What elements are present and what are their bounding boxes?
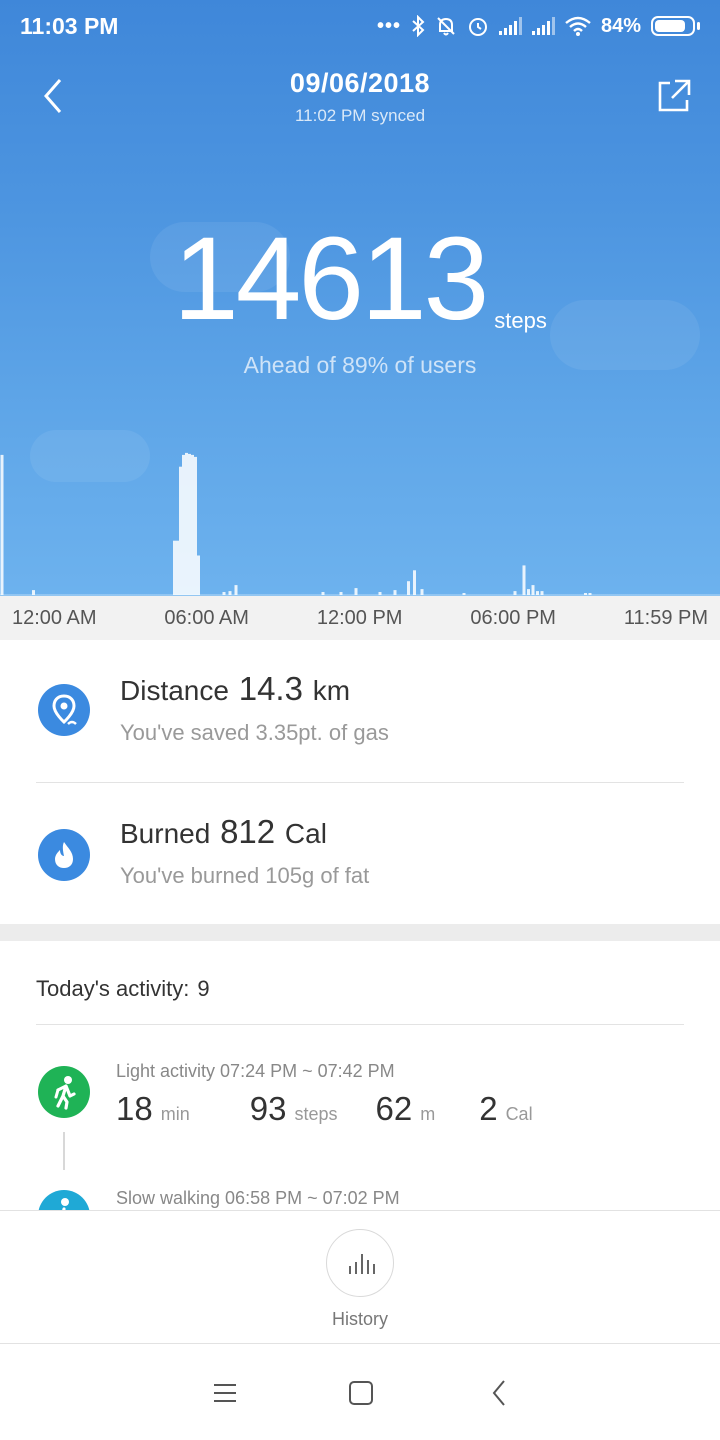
distance-value: 14.3 xyxy=(238,670,303,707)
walking-person-icon xyxy=(38,1066,90,1118)
chart-bar xyxy=(197,555,200,595)
chart-bar xyxy=(228,591,232,595)
chart-bar xyxy=(420,589,424,595)
chart-bar xyxy=(527,589,530,595)
calories-value: 812 xyxy=(220,813,276,850)
share-icon[interactable] xyxy=(656,78,692,114)
menu-icon[interactable] xyxy=(207,1375,243,1411)
activity-title: Light activity 07:24 PM ~ 07:42 PM xyxy=(116,1061,395,1081)
activity-duration-unit: min xyxy=(160,1104,190,1124)
battery-icon xyxy=(651,16,700,36)
chart-bar xyxy=(191,454,194,595)
steps-bar-chart[interactable] xyxy=(0,440,720,596)
chart-tick-label: 06:00 PM xyxy=(470,606,556,629)
history-label: History xyxy=(331,1309,388,1329)
alarm-icon xyxy=(468,18,487,36)
distance-unit: km xyxy=(312,675,351,706)
chart-bar xyxy=(540,591,544,595)
activity-distance: 62 xyxy=(375,1090,413,1127)
step-unit: steps xyxy=(494,308,547,333)
bar-chart-icon xyxy=(349,1254,375,1274)
page-title: 09/06/2018 xyxy=(289,68,431,98)
chart-tick-label: 12:00 PM xyxy=(316,606,403,629)
status-bar: 11:03 PM ••• 84% xyxy=(0,0,720,52)
calories-card[interactable]: Burned 812 Cal You've burned 105g of fat xyxy=(0,783,720,925)
distance-note: You've saved 3.35pt. of gas xyxy=(120,720,389,745)
chart-bar xyxy=(188,453,191,595)
activity-duration: 18 xyxy=(116,1090,153,1127)
activity-steps: 93 xyxy=(249,1090,287,1127)
home-square-icon[interactable] xyxy=(343,1375,379,1411)
chart-tick-label: 06:00 AM xyxy=(164,606,249,629)
walking-person-icon xyxy=(38,1190,90,1210)
activity-heading-label: Today's activity: xyxy=(36,976,190,1001)
distance-label: Distance xyxy=(120,675,229,706)
calories-summary: Burned 812 Cal xyxy=(120,813,327,851)
bluetooth-icon xyxy=(412,15,425,37)
section-separator xyxy=(0,924,720,941)
chart-bar xyxy=(234,585,238,595)
user-ranking: Ahead of 89% of users xyxy=(243,352,477,378)
chart-tick-label: 12:00 AM xyxy=(12,606,97,629)
distance-summary: Distance 14.3 km xyxy=(120,670,350,708)
calories-note: You've burned 105g of fat xyxy=(120,863,370,888)
signal-icon xyxy=(531,17,555,35)
chart-bar xyxy=(182,454,185,595)
chart-bar xyxy=(176,540,179,595)
chart-bar xyxy=(194,456,197,595)
chart-bar xyxy=(0,454,4,595)
calories-unit: Cal xyxy=(284,818,327,849)
chart-bar xyxy=(522,565,526,595)
chart-bar xyxy=(407,581,410,595)
divider xyxy=(36,1024,684,1025)
chart-bar xyxy=(536,591,539,595)
system-navigation-bar xyxy=(0,1345,720,1440)
distance-card[interactable]: Distance 14.3 km You've saved 3.35pt. of… xyxy=(0,640,720,782)
activity-heading: Today's activity: 9 xyxy=(36,976,210,1002)
activity-title: Slow walking 06:58 PM ~ 07:02 PM xyxy=(116,1188,400,1208)
chart-bar xyxy=(173,540,176,595)
step-count-block: 14613 steps xyxy=(0,220,720,338)
activity-metrics: 18 min 93 steps 62 m 2 Cal xyxy=(116,1090,533,1128)
chart-bar xyxy=(32,590,35,595)
timeline-connector xyxy=(63,1132,65,1170)
chart-bar xyxy=(393,590,397,595)
sync-status: 11:02 PM synced xyxy=(294,106,426,125)
history-bar: History xyxy=(0,1210,720,1344)
more-dots-icon: ••• xyxy=(376,14,401,37)
history-button[interactable] xyxy=(326,1229,394,1297)
chart-bar xyxy=(354,588,358,595)
chart-bar xyxy=(513,591,517,595)
chart-bar xyxy=(413,570,416,595)
battery-percent: 84% xyxy=(600,14,641,37)
status-time: 11:03 PM xyxy=(20,12,119,39)
location-pin-icon xyxy=(38,684,90,736)
header: 09/06/2018 11:02 PM synced xyxy=(0,60,720,140)
status-icons: ••• 84% xyxy=(377,15,700,38)
chart-tick-label: 11:59 PM xyxy=(623,606,708,629)
hero-panel: 11:03 PM ••• 84% 09/06/2018 11:02 PM syn… xyxy=(0,0,720,596)
activity-icon-clip xyxy=(38,1190,90,1210)
back-triangle-icon[interactable] xyxy=(482,1375,518,1411)
wifi-icon xyxy=(565,16,591,36)
activity-calories-unit: Cal xyxy=(505,1104,533,1124)
signal-icon xyxy=(498,17,522,35)
mute-bell-icon xyxy=(437,17,455,36)
chart-time-axis: 12:00 AM 06:00 AM 12:00 PM 06:00 PM 11:59 PM xyxy=(0,596,720,640)
flame-icon xyxy=(38,829,90,881)
chart-bar xyxy=(185,452,188,595)
chart-bar xyxy=(531,585,535,595)
activity-count: 9 xyxy=(197,976,210,1001)
activity-calories: 2 xyxy=(479,1090,498,1127)
calories-label: Burned xyxy=(120,818,211,849)
step-count: 14613 xyxy=(173,213,489,345)
activity-steps-unit: steps xyxy=(294,1104,338,1124)
chart-bar xyxy=(179,466,182,595)
activity-distance-unit: m xyxy=(420,1104,436,1124)
